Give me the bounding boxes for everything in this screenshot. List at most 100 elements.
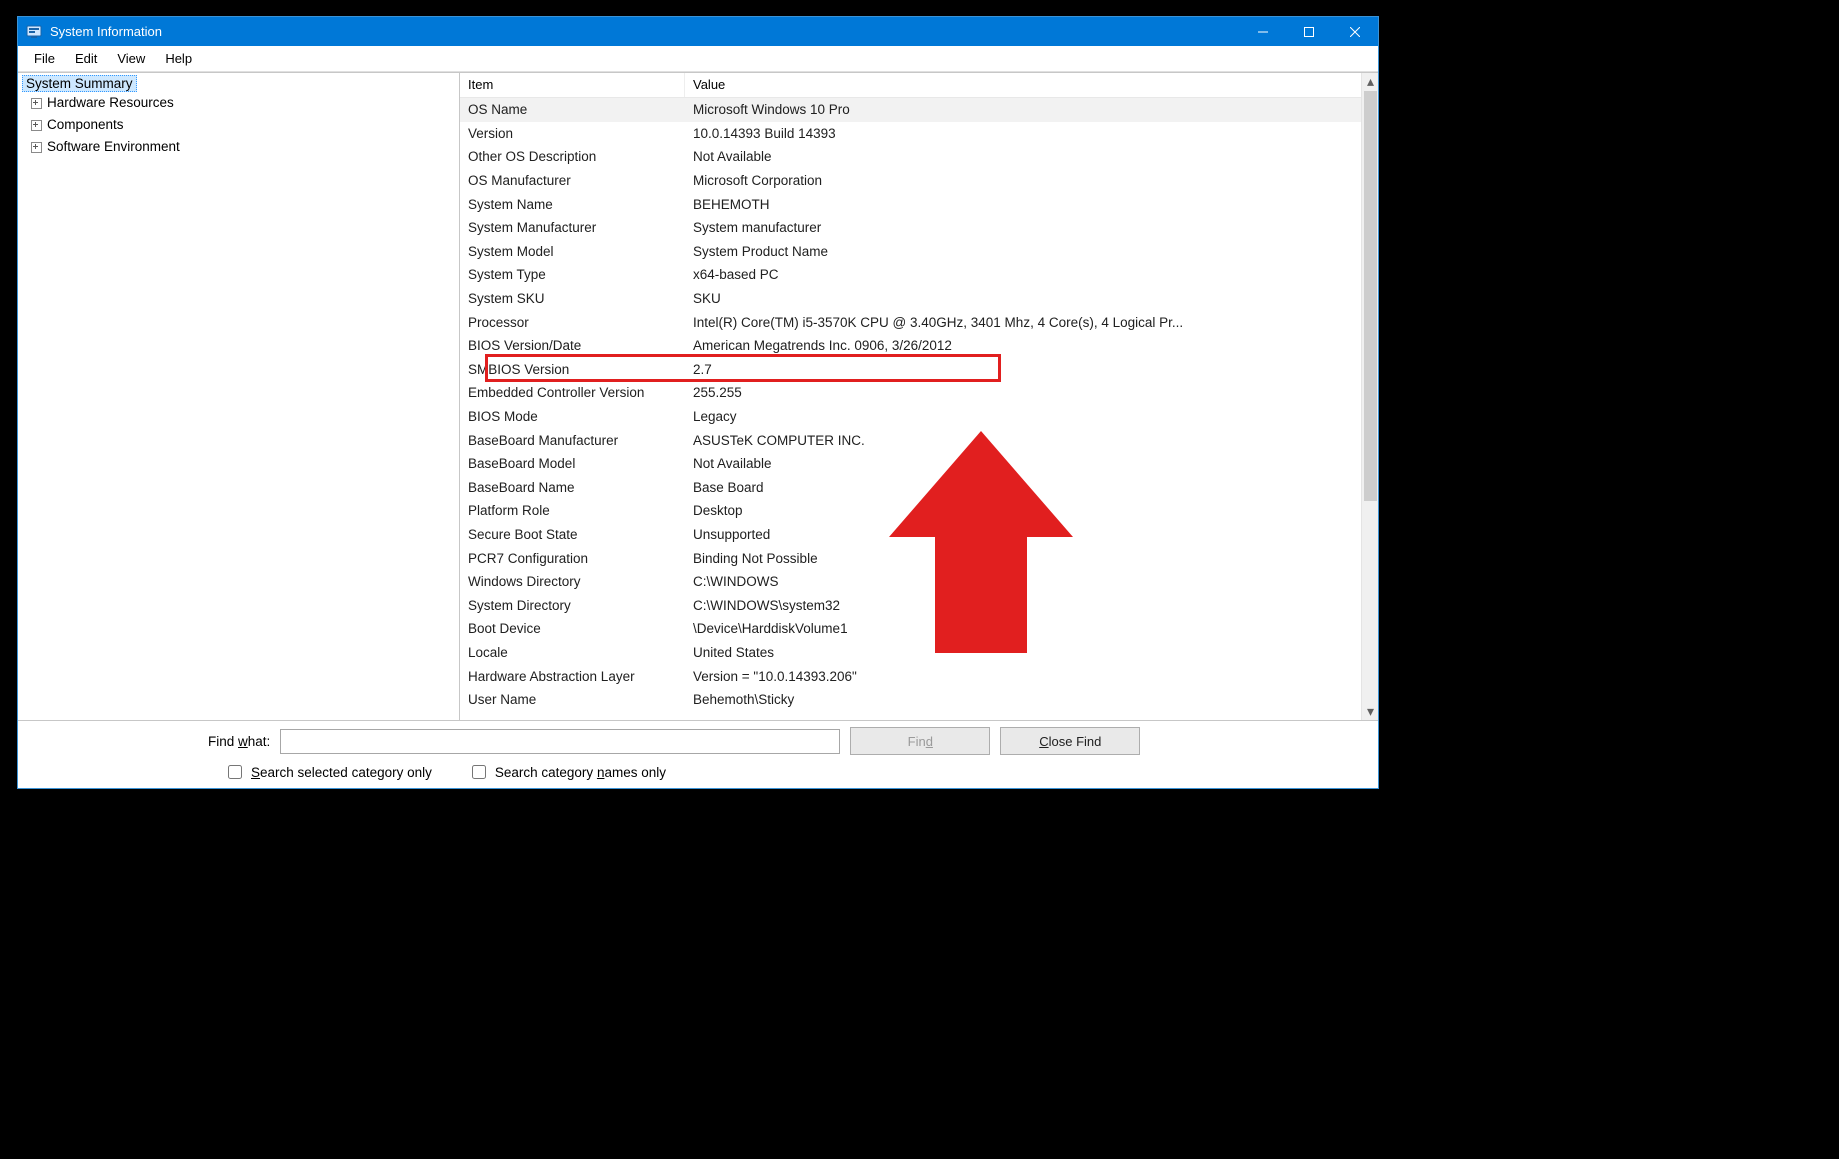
menu-file[interactable]: File (24, 49, 65, 68)
scroll-down-icon[interactable]: ▾ (1362, 703, 1378, 720)
detail-item-value: United States (685, 645, 1361, 660)
tree-item-label: Components (47, 117, 124, 132)
titlebar[interactable]: System Information (18, 17, 1378, 46)
detail-item-value: 10.0.14393 Build 14393 (685, 126, 1361, 141)
detail-item-label: Hardware Abstraction Layer (460, 669, 685, 684)
detail-item-label: System Type (460, 267, 685, 282)
detail-item-value: Behemoth\Sticky (685, 692, 1361, 707)
detail-item-label: System Name (460, 197, 685, 212)
detail-row[interactable]: OS ManufacturerMicrosoft Corporation (460, 169, 1361, 193)
find-button[interactable]: Find (850, 727, 990, 755)
detail-item-label: BaseBoard Name (460, 480, 685, 495)
detail-row[interactable]: LocaleUnited States (460, 641, 1361, 665)
detail-row[interactable]: SMBIOS Version2.7 (460, 358, 1361, 382)
detail-item-value: American Megatrends Inc. 0906, 3/26/2012 (685, 338, 1361, 353)
detail-item-value: \Device\HarddiskVolume1 (685, 621, 1361, 636)
tree-item-label: Hardware Resources (47, 95, 174, 110)
detail-header[interactable]: Item Value (460, 73, 1361, 98)
detail-row[interactable]: Boot Device\Device\HarddiskVolume1 (460, 617, 1361, 641)
close-find-button[interactable]: Close Find (1000, 727, 1140, 755)
detail-item-label: OS Manufacturer (460, 173, 685, 188)
detail-item-label: System Directory (460, 598, 685, 613)
detail-row[interactable]: PCR7 ConfigurationBinding Not Possible (460, 546, 1361, 570)
detail-item-label: System Model (460, 244, 685, 259)
detail-item-value: Not Available (685, 149, 1361, 164)
detail-item-label: BaseBoard Manufacturer (460, 433, 685, 448)
detail-row[interactable]: System DirectoryC:\WINDOWS\system32 (460, 593, 1361, 617)
detail-item-label: System Manufacturer (460, 220, 685, 235)
detail-item-value: Version = "10.0.14393.206" (685, 669, 1361, 684)
detail-item-label: PCR7 Configuration (460, 551, 685, 566)
detail-row[interactable]: BIOS ModeLegacy (460, 405, 1361, 429)
menu-edit[interactable]: Edit (65, 49, 107, 68)
detail-row[interactable]: ProcessorIntel(R) Core(TM) i5-3570K CPU … (460, 310, 1361, 334)
detail-row[interactable]: System SKUSKU (460, 287, 1361, 311)
search-selected-category-checkbox[interactable]: Search selected category only (224, 762, 432, 782)
detail-row[interactable]: Other OS DescriptionNot Available (460, 145, 1361, 169)
detail-item-value: Unsupported (685, 527, 1361, 542)
detail-row[interactable]: BIOS Version/DateAmerican Megatrends Inc… (460, 334, 1361, 358)
tree-item-components[interactable]: Components (22, 114, 459, 136)
detail-item-label: Embedded Controller Version (460, 385, 685, 400)
detail-row[interactable]: Hardware Abstraction LayerVersion = "10.… (460, 664, 1361, 688)
detail-item-value: Microsoft Corporation (685, 173, 1361, 188)
maximize-button[interactable] (1286, 17, 1332, 46)
column-header-value[interactable]: Value (685, 73, 1361, 97)
detail-row[interactable]: BaseBoard ModelNot Available (460, 452, 1361, 476)
menu-help[interactable]: Help (155, 49, 202, 68)
detail-row[interactable]: Windows DirectoryC:\WINDOWS (460, 570, 1361, 594)
vertical-scrollbar[interactable]: ▴ ▾ (1361, 73, 1378, 720)
detail-item-value: Not Available (685, 456, 1361, 471)
detail-row[interactable]: System ManufacturerSystem manufacturer (460, 216, 1361, 240)
detail-row[interactable]: Platform RoleDesktop (460, 499, 1361, 523)
detail-item-value: System manufacturer (685, 220, 1361, 235)
detail-row[interactable]: System ModelSystem Product Name (460, 240, 1361, 264)
tree-item-software-environment[interactable]: Software Environment (22, 136, 459, 158)
detail-row[interactable]: BaseBoard ManufacturerASUSTeK COMPUTER I… (460, 428, 1361, 452)
detail-item-value: C:\WINDOWS (685, 574, 1361, 589)
detail-item-label: Platform Role (460, 503, 685, 518)
detail-item-value: Legacy (685, 409, 1361, 424)
detail-item-label: Locale (460, 645, 685, 660)
category-tree[interactable]: System Summary Hardware Resources Compon… (18, 73, 460, 720)
detail-item-label: Secure Boot State (460, 527, 685, 542)
detail-item-label: Processor (460, 315, 685, 330)
column-header-item[interactable]: Item (460, 73, 685, 97)
detail-item-value: ASUSTeK COMPUTER INC. (685, 433, 1361, 448)
detail-row[interactable]: System NameBEHEMOTH (460, 192, 1361, 216)
window-title: System Information (50, 24, 1240, 39)
detail-item-value: Desktop (685, 503, 1361, 518)
detail-item-value: 255.255 (685, 385, 1361, 400)
detail-item-label: BaseBoard Model (460, 456, 685, 471)
detail-item-value: System Product Name (685, 244, 1361, 259)
detail-item-label: Windows Directory (460, 574, 685, 589)
detail-row[interactable]: Embedded Controller Version255.255 (460, 381, 1361, 405)
detail-row[interactable]: Version10.0.14393 Build 14393 (460, 122, 1361, 146)
detail-row[interactable]: System Typex64-based PC (460, 263, 1361, 287)
detail-item-value: Binding Not Possible (685, 551, 1361, 566)
search-category-names-checkbox[interactable]: Search category names only (468, 762, 666, 782)
find-input[interactable] (280, 729, 840, 754)
detail-row[interactable]: Secure Boot StateUnsupported (460, 523, 1361, 547)
detail-item-label: Other OS Description (460, 149, 685, 164)
detail-item-label: BIOS Mode (460, 409, 685, 424)
scroll-thumb[interactable] (1364, 91, 1377, 501)
detail-item-value: Intel(R) Core(TM) i5-3570K CPU @ 3.40GHz… (685, 315, 1361, 330)
minimize-button[interactable] (1240, 17, 1286, 46)
menu-view[interactable]: View (107, 49, 155, 68)
detail-item-label: System SKU (460, 291, 685, 306)
detail-item-label: Version (460, 126, 685, 141)
detail-item-value: x64-based PC (685, 267, 1361, 282)
detail-item-value: Microsoft Windows 10 Pro (685, 102, 1361, 117)
detail-item-label: BIOS Version/Date (460, 338, 685, 353)
close-button[interactable] (1332, 17, 1378, 46)
tree-root-system-summary[interactable]: System Summary (22, 75, 137, 92)
detail-row[interactable]: OS NameMicrosoft Windows 10 Pro (460, 98, 1361, 122)
tree-item-hardware-resources[interactable]: Hardware Resources (22, 92, 459, 114)
detail-row[interactable]: User NameBehemoth\Sticky (460, 688, 1361, 712)
detail-row[interactable]: BaseBoard NameBase Board (460, 476, 1361, 500)
detail-item-label: SMBIOS Version (460, 362, 685, 377)
scroll-up-icon[interactable]: ▴ (1362, 73, 1378, 90)
tree-item-label: Software Environment (47, 139, 180, 154)
menubar: File Edit View Help (18, 46, 1378, 72)
